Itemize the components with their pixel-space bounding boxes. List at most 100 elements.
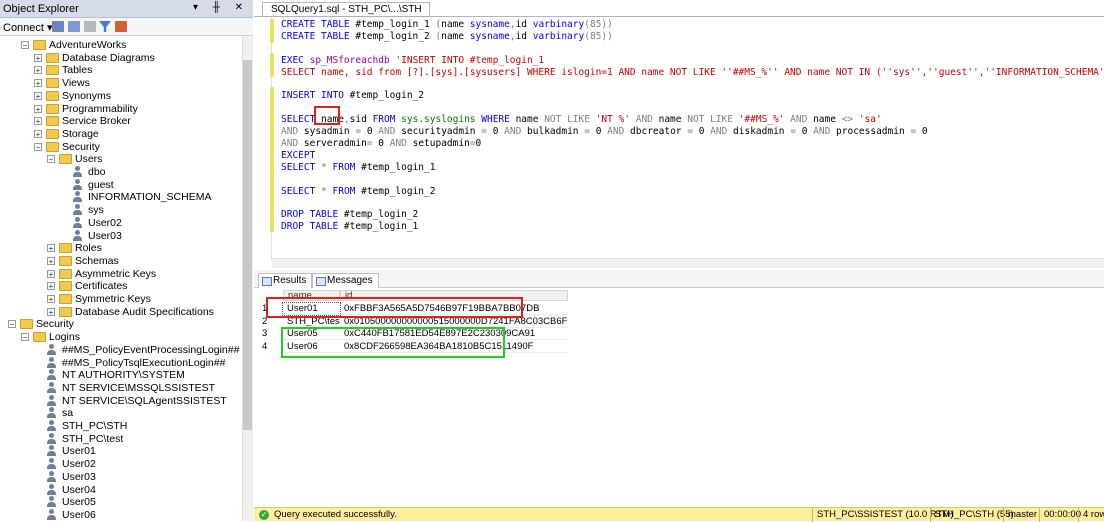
code-line: EXCEPT [281, 149, 316, 161]
refresh-icon[interactable] [115, 21, 127, 32]
tree-node-l3[interactable]: NT AUTHORITY\SYSTEM [0, 369, 240, 382]
tree-node-programmability[interactable]: + Programmability [0, 103, 240, 116]
stop-icon[interactable] [84, 21, 96, 32]
tree-node-l4[interactable]: NT SERVICE\MSSQLSSISTEST [0, 381, 240, 395]
tree-node-views[interactable]: + Views [0, 77, 240, 90]
tree-node-sys[interactable]: sys [0, 204, 240, 217]
tree-node-l6[interactable]: sa [0, 407, 240, 420]
user-icon [46, 356, 57, 369]
tree-node-tables[interactable]: + Tables [0, 64, 240, 77]
tree-node-security-db[interactable]: − Security [0, 141, 240, 154]
tree-node-l12[interactable]: User04 [0, 483, 240, 497]
row-number[interactable]: 3 [262, 328, 282, 340]
tree-node-security-srv[interactable]: − Security [0, 318, 240, 331]
collapse-icon[interactable]: − [47, 155, 55, 164]
folder-icon [59, 255, 72, 266]
code-line: DROP TABLE #temp_login_1 [281, 221, 419, 233]
tree-node-label: sys [88, 204, 104, 217]
object-explorer-toolbar: Connect ▾ [0, 18, 253, 36]
tree-node-label: STH_PC\STH [62, 420, 128, 432]
user-icon [72, 166, 83, 178]
tree-node-l13[interactable]: User05 [0, 496, 240, 509]
tree-node-synonyms[interactable]: + Synonyms [0, 90, 240, 103]
tree-node-adventureworks[interactable]: − AdventureWorks [0, 39, 240, 52]
collapse-icon[interactable]: − [8, 320, 16, 329]
tree-scrollbar-thumb[interactable] [243, 60, 252, 430]
expand-icon[interactable]: + [47, 244, 55, 253]
query-editor-tab[interactable]: SQLQuery1.sql - STH_PC\...\STH (55))* [262, 2, 430, 28]
tree-node-label: Views [62, 77, 90, 90]
tree-node-l9[interactable]: User01 [0, 445, 240, 458]
tree-node-label: NT SERVICE\MSSQLSSISTEST [62, 381, 216, 394]
folder-icon [33, 40, 46, 50]
change-bar [270, 87, 274, 232]
tree-node-diagrams[interactable]: + Database Diagrams [0, 52, 240, 65]
tree-node-l2[interactable]: ##MS_PolicyTsqlExecutionLogin## [0, 356, 240, 370]
filter-icon[interactable] [99, 21, 111, 32]
tree-node-l11[interactable]: User03 [0, 470, 240, 484]
tab-messages[interactable]: Messages [312, 273, 379, 289]
code-line: CREATE TABLE #temp_login_2 (name sysname… [281, 30, 613, 42]
tree-node-label: Asymmetric Keys [75, 267, 157, 280]
tree-node-l8[interactable]: STH_PC\test [0, 432, 240, 446]
expand-icon[interactable]: + [34, 129, 42, 138]
tree-node-storage[interactable]: + Storage [0, 128, 240, 141]
expand-icon[interactable]: + [34, 66, 42, 75]
expand-icon[interactable]: + [34, 117, 42, 126]
expand-icon[interactable]: + [34, 91, 42, 100]
tree-node-schemas[interactable]: + Schemas [0, 255, 240, 268]
tree-node-l10[interactable]: User02 [0, 458, 240, 471]
editor-horizontal-scrollbar[interactable] [272, 258, 1104, 268]
expand-icon[interactable]: + [47, 307, 55, 316]
row-number[interactable]: 4 [262, 341, 282, 353]
connect-server-icon[interactable] [52, 21, 64, 32]
folder-icon [46, 141, 59, 152]
folder-icon [20, 319, 33, 330]
expand-icon[interactable]: + [47, 256, 55, 265]
expand-icon[interactable]: + [34, 79, 42, 88]
tree-node-users[interactable]: − Users [0, 153, 240, 166]
tree-node-user02-db[interactable]: User02 [0, 216, 240, 230]
expand-icon[interactable]: + [34, 104, 42, 113]
tree-node-sym-keys[interactable]: + Symmetric Keys [0, 293, 240, 306]
tab-results[interactable]: Results [258, 273, 313, 289]
tree-node-roles[interactable]: + Roles [0, 242, 240, 255]
tree-node-label: INFORMATION_SCHEMA [88, 191, 212, 204]
panel-window-buttons[interactable]: ▾ ╫ ✕ [193, 2, 249, 13]
tree-node-l7[interactable]: STH_PC\STH [0, 420, 240, 433]
tree-node-guest[interactable]: guest [0, 178, 240, 192]
tree-node-label: Tables [62, 64, 93, 77]
tree-node-label: Logins [49, 331, 80, 344]
code-line: INSERT INTO #temp_login_2 [281, 90, 424, 102]
tree-node-service-broker[interactable]: + Service Broker [0, 115, 240, 128]
code-line: DROP TABLE #temp_login_2 [281, 209, 419, 221]
collapse-icon[interactable]: − [21, 333, 29, 342]
collapse-icon[interactable]: − [21, 41, 29, 50]
tree-node-label: User05 [62, 496, 96, 509]
tree-node-certificates[interactable]: + Certificates [0, 280, 240, 293]
collapse-icon[interactable]: − [34, 142, 42, 151]
tree-node-dbo[interactable]: dbo [0, 166, 240, 179]
disconnect-icon[interactable] [68, 21, 80, 32]
expand-icon[interactable]: + [47, 295, 55, 304]
status-time: 00:00:00 [1039, 508, 1083, 522]
tree-node-l14[interactable]: User06 [0, 508, 240, 521]
tree-node-label: Service Broker [62, 115, 131, 128]
tree-node-l5[interactable]: NT SERVICE\SQLAgentSSISTEST [0, 394, 240, 408]
expand-icon[interactable]: + [34, 53, 42, 62]
code-line: SELECT name,sid FROM sys.syslogins WHERE… [281, 114, 882, 126]
expand-icon[interactable]: + [47, 269, 55, 278]
tree-node-label: NT AUTHORITY\SYSTEM [62, 369, 185, 382]
tree-node-user03-db[interactable]: User03 [0, 229, 240, 243]
message-icon [316, 277, 326, 286]
connect-button[interactable]: Connect ▾ [3, 21, 53, 34]
tree-node-l1[interactable]: ##MS_PolicyEventProcessingLogin## [0, 343, 240, 357]
user-icon [46, 458, 57, 470]
tree-node-db-audit[interactable]: + Database Audit Specifications [0, 306, 240, 319]
expand-icon[interactable]: + [47, 282, 55, 291]
tree-node-logins[interactable]: − Logins [0, 331, 240, 344]
status-rows: 4 rows [1078, 508, 1104, 522]
tree-node-label: Programmability [62, 102, 138, 115]
tree-node-info-schema[interactable]: INFORMATION_SCHEMA [0, 191, 240, 204]
tree-node-asym-keys[interactable]: + Asymmetric Keys [0, 268, 240, 281]
